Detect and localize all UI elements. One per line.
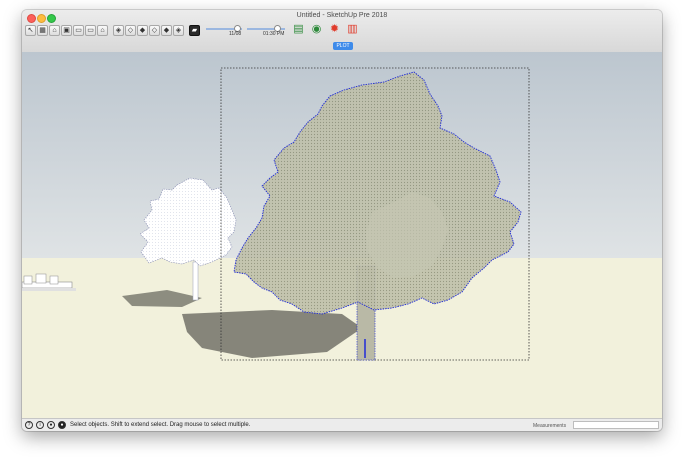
measurements-label: Measurements	[533, 423, 567, 429]
zoom-extents-icon[interactable]: ▣	[61, 25, 72, 36]
credits-info-icon[interactable]: i	[36, 421, 44, 429]
shadow-settings-icon[interactable]: ✹	[328, 23, 341, 36]
extensions-toolbar: ▤ ◉ ✹ ▥	[292, 23, 364, 36]
next-view-icon[interactable]: ▭	[85, 25, 96, 36]
select-tool-icon[interactable]: ↖	[25, 25, 36, 36]
window-title: Untitled - SketchUp Pre 2018	[296, 12, 388, 19]
app-window: Untitled - SketchUp Pre 2018 ↖ ▦ ⌂ ▣ ▭ ▭ ⌂ ◈ ◇ ◆ ◇…	[22, 10, 662, 431]
extension-warehouse-icon[interactable]: ▤	[292, 23, 305, 36]
main-toolbar: ↖ ▦ ⌂ ▣ ▭ ▭ ⌂ ◈ ◇ ◆ ◇ ◆ ◈ ▰	[25, 24, 201, 38]
previous-view-icon[interactable]: ▭	[73, 25, 84, 36]
home-view-icon[interactable]: ⌂	[49, 25, 60, 36]
left-view-icon[interactable]: ◈	[173, 25, 184, 36]
shadow-time-label: 01:30 PM	[263, 31, 285, 37]
measurements-input[interactable]	[573, 421, 659, 429]
right-view-icon[interactable]: ◇	[149, 25, 160, 36]
model-viewport[interactable]	[22, 52, 662, 418]
top-view-icon[interactable]: ◇	[125, 25, 136, 36]
3d-warehouse-icon[interactable]: ◉	[310, 23, 323, 36]
instructor-toggle-icon[interactable]: ●	[58, 421, 66, 429]
component-icon[interactable]: ▦	[37, 25, 48, 36]
status-message: Select objects. Shift to extend select. …	[70, 422, 251, 428]
status-bar: ? i ● ● Select objects. Shift to extend …	[22, 418, 662, 431]
scene-tab-plot[interactable]: PLOT	[333, 42, 353, 50]
style-icon[interactable]: ▰	[189, 25, 200, 36]
component-options-icon[interactable]: ▥	[346, 23, 359, 36]
title-bar: Untitled - SketchUp Pre 2018 ↖ ▦ ⌂ ▣ ▭ ▭ ⌂ ◈ ◇ ◆ ◇…	[22, 10, 662, 53]
back-view-icon[interactable]: ◆	[161, 25, 172, 36]
viewport-canvas[interactable]	[22, 52, 662, 418]
house-icon[interactable]: ⌂	[97, 25, 108, 36]
front-view-icon[interactable]: ◆	[137, 25, 148, 36]
iso-view-icon[interactable]: ◈	[113, 25, 124, 36]
geo-location-icon[interactable]: ?	[25, 421, 33, 429]
shadow-date-label: 11/08	[229, 31, 242, 37]
user-account-icon[interactable]: ●	[47, 421, 55, 429]
